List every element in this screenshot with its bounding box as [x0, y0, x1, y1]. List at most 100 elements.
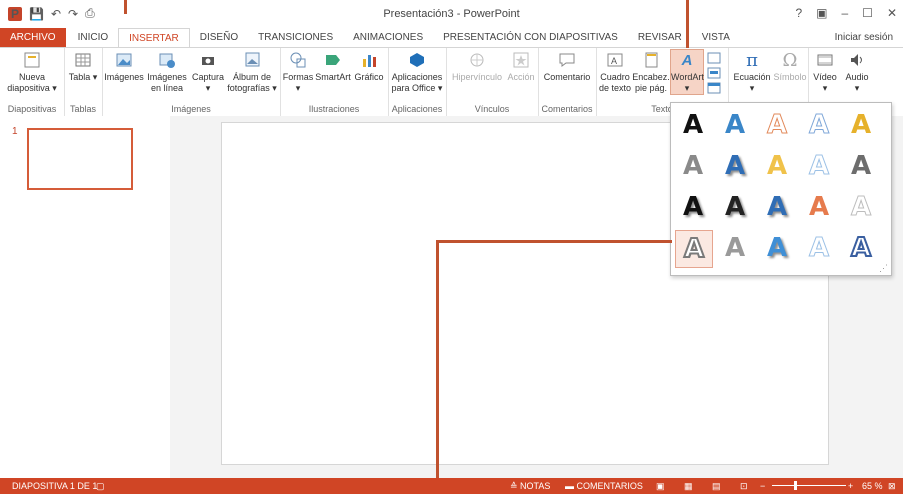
pictures-button[interactable]: Imágenes: [104, 50, 144, 83]
screenshot-label: Captura ▾: [191, 72, 225, 93]
wordart-style-5[interactable]: A: [843, 107, 879, 143]
symbol-button[interactable]: Ω Símbolo: [772, 50, 808, 83]
equation-button[interactable]: π Ecuación ▾: [732, 50, 772, 94]
action-label: Acción: [507, 72, 535, 82]
video-button[interactable]: Vídeo ▾: [810, 50, 840, 94]
text-box-icon: A: [604, 50, 626, 70]
wordart-style-20[interactable]: A: [843, 230, 879, 266]
wordart-icon: A: [681, 51, 693, 69]
wordart-style-16[interactable]: A: [675, 230, 713, 268]
wordart-style-9[interactable]: A: [801, 148, 837, 184]
close-button[interactable]: ✕: [887, 6, 897, 20]
wordart-style-2[interactable]: A: [717, 107, 753, 143]
wordart-style-8[interactable]: A: [759, 148, 795, 184]
resize-grip-icon[interactable]: ⋰: [879, 263, 888, 274]
wordart-style-15[interactable]: A: [843, 189, 879, 225]
zoom-in-button[interactable]: +: [848, 481, 853, 491]
tab-revisar[interactable]: REVISAR: [628, 28, 692, 47]
tab-transiciones[interactable]: TRANSICIONES: [248, 28, 343, 47]
hyperlink-button[interactable]: Hipervínculo: [448, 50, 506, 83]
wordart-style-19[interactable]: A: [801, 230, 837, 266]
comments-button[interactable]: ▬ COMENTARIOS: [565, 481, 643, 491]
wordart-style-12[interactable]: A: [717, 189, 753, 225]
photo-album-button[interactable]: Álbum de fotografías ▾: [226, 50, 278, 94]
symbol-label: Símbolo: [773, 72, 807, 82]
wordart-style-13[interactable]: A: [759, 189, 795, 225]
header-footer-button[interactable]: Encabez. pie pág.: [632, 50, 670, 94]
smartart-icon: [322, 50, 344, 70]
group-comentarios: Comentario Comentarios: [538, 48, 597, 116]
comment-label: Comentario: [543, 72, 591, 82]
wordart-style-4[interactable]: A: [801, 107, 837, 143]
group-ilustraciones: Formas ▾ SmartArt Gráfico Ilustraciones: [280, 48, 389, 116]
online-pictures-label: Imágenes en línea: [147, 72, 187, 93]
normal-view-icon[interactable]: ▣: [656, 481, 665, 492]
help-button[interactable]: ?: [795, 6, 802, 20]
speaker-icon: [846, 50, 868, 70]
table-icon: [72, 50, 94, 70]
wordart-style-17[interactable]: A: [717, 230, 753, 266]
date-time-button[interactable]: [706, 52, 722, 97]
tab-insertar[interactable]: INSERTAR: [118, 28, 190, 47]
zoom-out-button[interactable]: −: [760, 481, 765, 491]
ribbon-display-button[interactable]: ▣: [816, 6, 827, 20]
wordart-style-6[interactable]: A: [675, 148, 711, 184]
group-diapositivas: Nueva diapositiva ▾ Diapositivas: [0, 48, 65, 116]
action-star-icon: [510, 50, 532, 70]
video-label: Vídeo ▾: [813, 72, 837, 93]
office-apps-label: Aplicaciones para Office ▾: [391, 72, 443, 93]
screenshot-button[interactable]: Captura ▾: [190, 50, 226, 94]
status-bar: DIAPOSITIVA 1 DE 1 ▢ ≙ NOTAS ▬ COMENTARI…: [0, 478, 903, 494]
online-pictures-button[interactable]: Imágenes en línea: [146, 50, 188, 94]
reading-view-icon[interactable]: ▤: [712, 481, 721, 492]
audio-button[interactable]: Audio ▾: [842, 50, 872, 94]
wordart-style-11[interactable]: A: [675, 189, 711, 225]
minimize-button[interactable]: –: [841, 6, 848, 20]
tab-animaciones[interactable]: ANIMACIONES: [343, 28, 433, 47]
group-label-aplicaciones: Aplicaciones: [391, 104, 443, 114]
window-controls: ? ▣ – ☐ ✕: [795, 6, 897, 20]
fit-slide-icon[interactable]: ⊠: [888, 481, 896, 492]
sorter-view-icon[interactable]: ▦: [684, 481, 693, 492]
comment-button[interactable]: Comentario: [540, 50, 594, 83]
tab-inicio[interactable]: INICIO: [68, 28, 119, 47]
smartart-button[interactable]: SmartArt: [314, 50, 352, 83]
tab-diseno[interactable]: DISEÑO: [190, 28, 248, 47]
group-label-imagenes: Imágenes: [171, 104, 211, 114]
hyperlink-label: Hipervínculo: [451, 72, 503, 82]
zoom-slider-thumb[interactable]: [794, 481, 797, 490]
object-icon[interactable]: [706, 82, 722, 97]
table-button[interactable]: Tabla ▾: [67, 50, 99, 83]
wordart-style-3[interactable]: A: [759, 107, 795, 143]
group-label-tablas: Tablas: [69, 104, 96, 114]
wordart-style-1[interactable]: A: [675, 107, 711, 143]
sign-in-link[interactable]: Iniciar sesión: [835, 32, 893, 43]
camera-icon: [197, 50, 219, 70]
wordart-style-10[interactable]: A: [843, 148, 879, 184]
svg-text:A: A: [611, 56, 617, 66]
spellcheck-icon[interactable]: ▢: [96, 481, 105, 492]
text-box-button[interactable]: A Cuadro de texto: [598, 50, 632, 94]
tab-presentacion[interactable]: PRESENTACIÓN CON DIAPOSITIVAS: [433, 28, 628, 47]
shapes-button[interactable]: Formas ▾: [282, 50, 314, 94]
zoom-slider[interactable]: [772, 485, 846, 486]
maximize-button[interactable]: ☐: [862, 6, 873, 20]
tab-vista[interactable]: VISTA: [692, 28, 740, 47]
office-apps-button[interactable]: Aplicaciones para Office ▾: [390, 50, 444, 94]
comment-icon: [556, 50, 578, 70]
slide-thumbnail[interactable]: [27, 128, 133, 190]
chart-button[interactable]: Gráfico: [352, 50, 386, 83]
zoom-level[interactable]: 65 %: [862, 481, 883, 491]
action-button[interactable]: Acción: [506, 50, 536, 83]
symbol-omega-icon: Ω: [782, 49, 798, 71]
slide-number-icon[interactable]: [706, 67, 722, 82]
slideshow-view-icon[interactable]: ⊡: [740, 481, 748, 492]
wordart-style-18[interactable]: A: [759, 230, 795, 266]
new-slide-button[interactable]: Nueva diapositiva ▾: [4, 50, 60, 94]
tab-archivo[interactable]: ARCHIVO: [0, 28, 66, 47]
wordart-style-14[interactable]: A: [801, 189, 837, 225]
notes-button[interactable]: ≙ NOTAS: [510, 481, 550, 492]
wordart-button[interactable]: A WordArt ▾: [670, 49, 704, 95]
callout-line-wordart: [686, 0, 689, 48]
wordart-style-7[interactable]: A: [717, 148, 753, 184]
